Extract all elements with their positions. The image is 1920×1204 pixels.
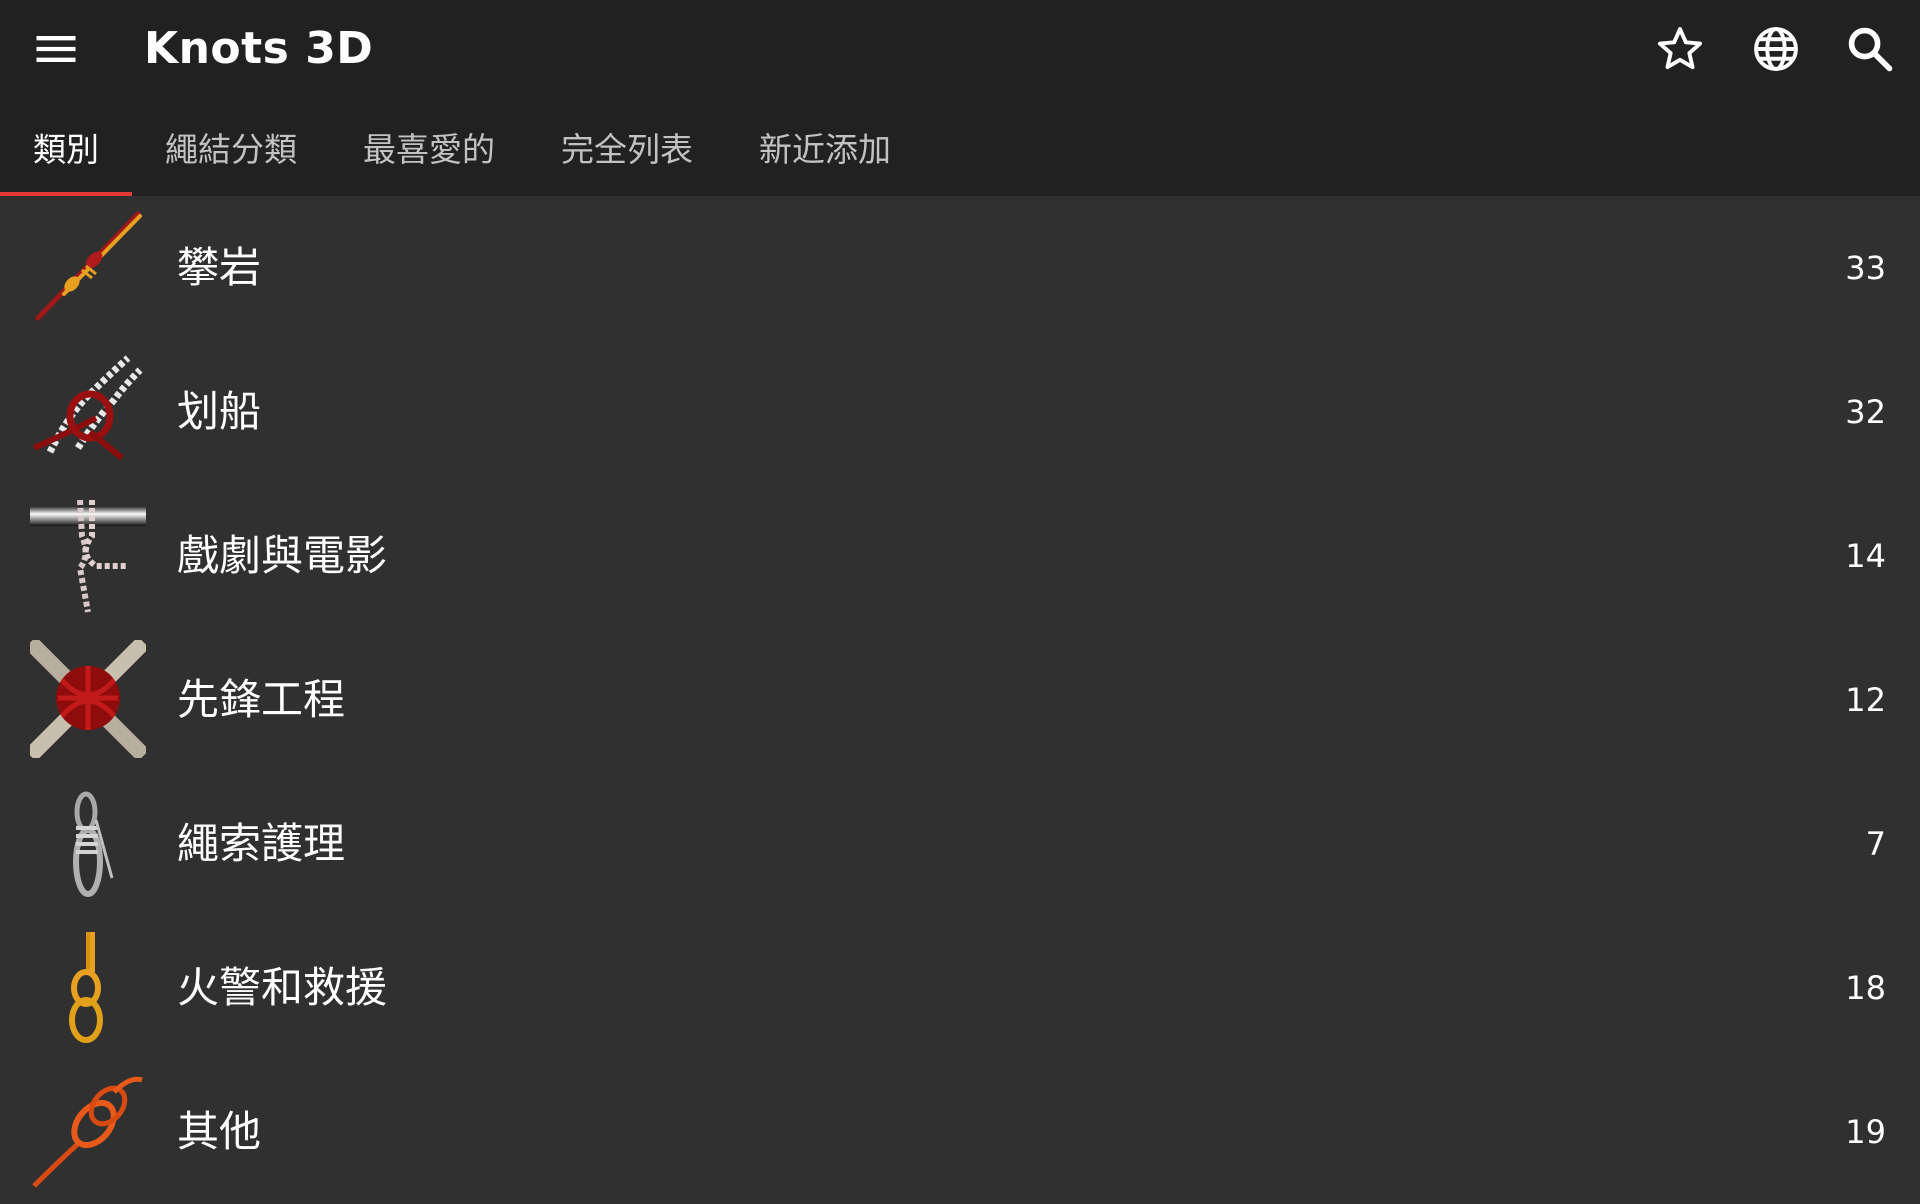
- pioneering-lashing-thumbnail: [30, 640, 146, 758]
- toolbar: Knots 3D: [0, 0, 1920, 98]
- category-row-boating[interactable]: 划船 32: [0, 340, 1920, 484]
- rope-care-coil-thumbnail: [73, 791, 114, 897]
- app-bar: Knots 3D 類別 繩結分類 最喜愛的 完全列表 新近添加: [0, 0, 1920, 196]
- category-row-rope-care[interactable]: 繩索護理 7: [0, 772, 1920, 916]
- search-icon[interactable]: [1840, 19, 1900, 79]
- category-row-other[interactable]: 其他 19: [0, 1060, 1920, 1204]
- category-count: 12: [1845, 681, 1886, 719]
- theater-knot-thumbnail: [30, 499, 146, 613]
- other-knot-thumbnail: [32, 1076, 143, 1188]
- tab-full-list[interactable]: 完全列表: [528, 98, 726, 196]
- tab-bar: 類別 繩結分類 最喜愛的 完全列表 新近添加: [0, 98, 924, 196]
- category-count: 14: [1845, 537, 1886, 575]
- category-count: 19: [1845, 1113, 1886, 1151]
- category-label: 戲劇與電影: [177, 531, 388, 580]
- tab-knot-types[interactable]: 繩結分類: [132, 98, 330, 196]
- boating-knot-thumbnail: [32, 355, 143, 461]
- category-count: 33: [1845, 249, 1886, 287]
- category-count: 32: [1845, 393, 1886, 431]
- tab-categories[interactable]: 類別: [0, 98, 132, 196]
- category-label: 火警和救援: [177, 963, 388, 1012]
- climbing-knot-thumbnail: [35, 211, 142, 321]
- globe-icon[interactable]: [1746, 19, 1806, 79]
- fire-rescue-knot-thumbnail: [69, 932, 103, 1043]
- category-label: 攀岩: [177, 243, 262, 292]
- category-label: 其他: [177, 1107, 262, 1156]
- star-outline-icon[interactable]: [1650, 19, 1710, 79]
- category-label: 繩索護理: [177, 819, 346, 868]
- category-label: 先鋒工程: [177, 675, 346, 724]
- tab-favorites[interactable]: 最喜愛的: [330, 98, 528, 196]
- category-row-pioneering[interactable]: 先鋒工程 12: [0, 628, 1920, 772]
- menu-icon[interactable]: [26, 19, 86, 79]
- category-row-fire-rescue[interactable]: 火警和救援 18: [0, 916, 1920, 1060]
- category-list: 攀岩 33 划船 32 戲劇與電影 14 先鋒工程 12 繩索護理 7 火警和救…: [0, 196, 1920, 1204]
- category-label: 划船: [177, 387, 262, 436]
- category-count: 18: [1845, 969, 1886, 1007]
- category-count: 7: [1865, 825, 1886, 863]
- app-title: Knots 3D: [144, 23, 374, 74]
- category-row-climbing[interactable]: 攀岩 33: [0, 196, 1920, 340]
- category-row-theater[interactable]: 戲劇與電影 14: [0, 484, 1920, 628]
- tab-recently-added[interactable]: 新近添加: [726, 98, 924, 196]
